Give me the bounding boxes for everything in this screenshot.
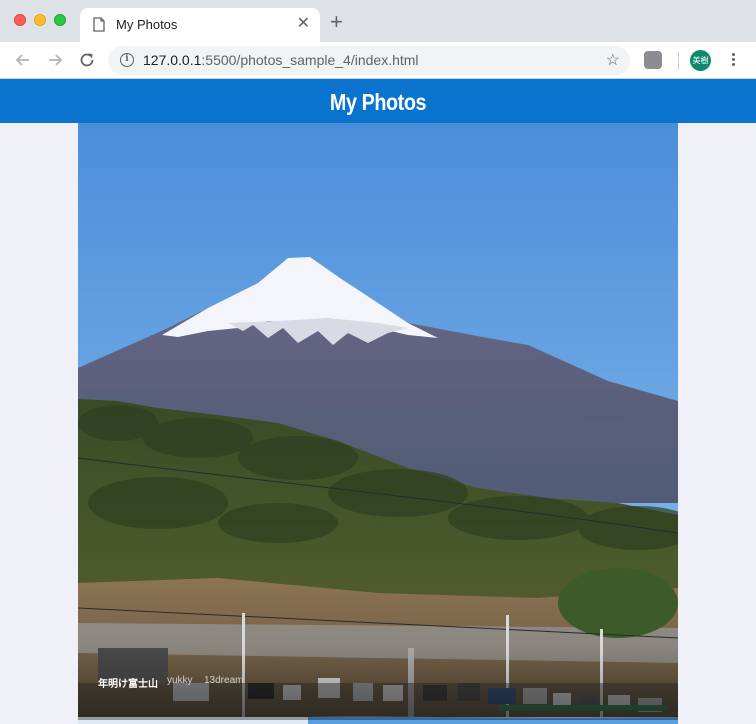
window-minimize-button[interactable] — [34, 14, 46, 26]
address-bar[interactable]: i 127.0.0.1:5500/photos_sample_4/index.h… — [108, 46, 630, 75]
photo-card[interactable]: 年明け富士山 yukky 13dream — [78, 123, 678, 724]
toolbar-divider — [678, 52, 679, 70]
bookmark-star-icon[interactable]: ☆ — [606, 50, 620, 70]
page-title: My Photos — [329, 89, 427, 115]
url-path: :5500/photos_sample_4/index.html — [201, 52, 419, 68]
forward-arrow-icon[interactable] — [46, 51, 64, 69]
extension-icon[interactable] — [644, 51, 662, 69]
tab-title: My Photos — [116, 17, 178, 32]
photo-author[interactable]: yukky — [167, 675, 193, 686]
mount-fuji-photo — [78, 123, 678, 724]
photo-tag[interactable]: 13dream — [204, 675, 243, 686]
url-host: 127.0.0.1 — [143, 52, 202, 68]
tab-close-icon[interactable]: ✕ — [297, 16, 310, 32]
new-tab-icon[interactable]: + — [330, 11, 343, 33]
profile-avatar[interactable]: 美樹 — [690, 50, 711, 71]
url-text: 127.0.0.1:5500/photos_sample_4/index.htm… — [143, 52, 419, 68]
browser-tab[interactable]: My Photos ✕ — [80, 8, 320, 42]
site-header: My Photos — [0, 79, 756, 123]
window-zoom-button[interactable] — [54, 14, 66, 26]
reload-icon[interactable] — [78, 51, 96, 69]
site-info-icon[interactable]: i — [120, 53, 134, 67]
browser-menu-icon[interactable] — [724, 51, 742, 69]
window-close-button[interactable] — [14, 14, 26, 26]
browser-tab-bar: My Photos ✕ + — [0, 0, 756, 42]
photo-title: 年明け富士山 — [98, 679, 158, 690]
browser-toolbar: i 127.0.0.1:5500/photos_sample_4/index.h… — [0, 42, 756, 79]
photo-caption: 年明け富士山 yukky 13dream — [78, 645, 678, 720]
document-icon — [93, 17, 105, 37]
back-arrow-icon[interactable] — [14, 51, 32, 69]
